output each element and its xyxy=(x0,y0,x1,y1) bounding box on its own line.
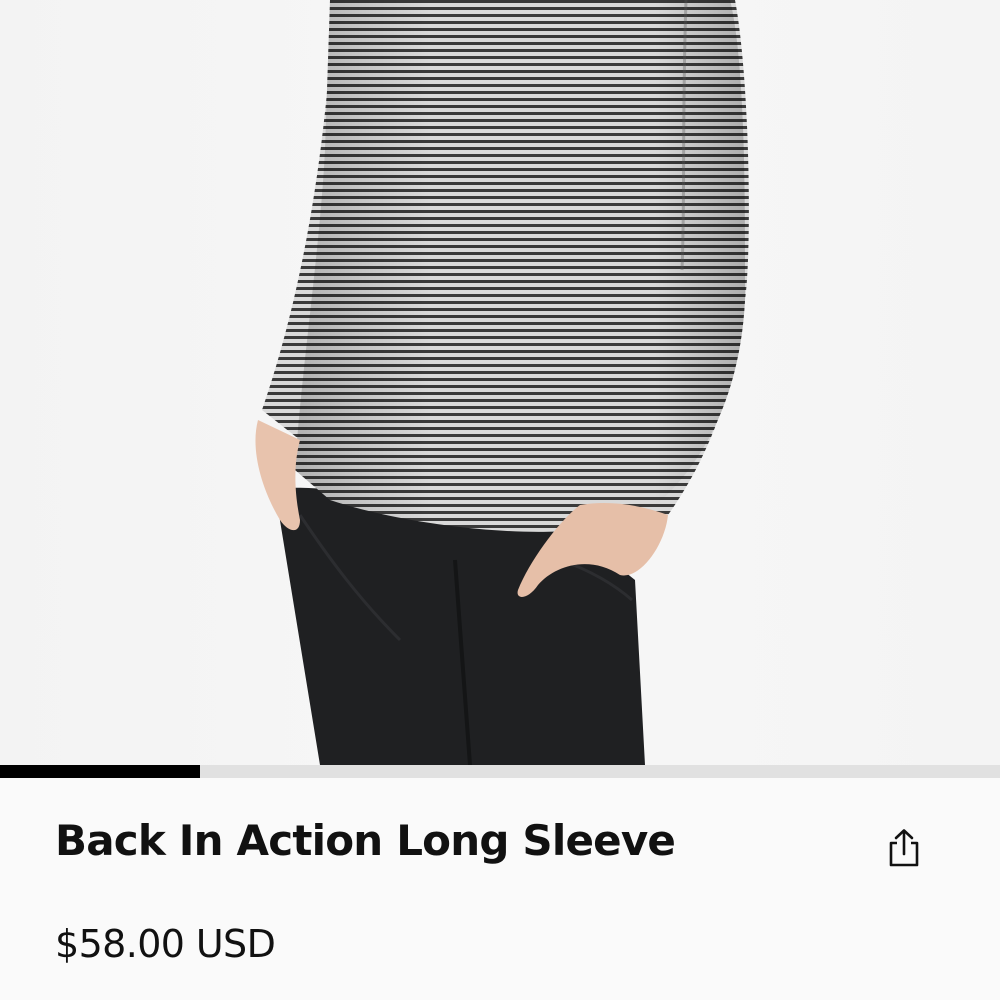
carousel-progress-fill xyxy=(0,765,200,778)
share-button[interactable] xyxy=(878,822,930,874)
product-image[interactable] xyxy=(0,0,1000,765)
product-price: $58.00 USD xyxy=(55,922,276,966)
carousel-progress-bar[interactable] xyxy=(0,765,1000,778)
shirt-shape xyxy=(262,0,749,532)
product-detail-screen: Back In Action Long Sleeve $58.00 USD xyxy=(0,0,1000,1000)
share-icon xyxy=(889,829,919,867)
product-info: Back In Action Long Sleeve $58.00 USD xyxy=(0,778,1000,1000)
product-title: Back In Action Long Sleeve xyxy=(55,816,676,865)
